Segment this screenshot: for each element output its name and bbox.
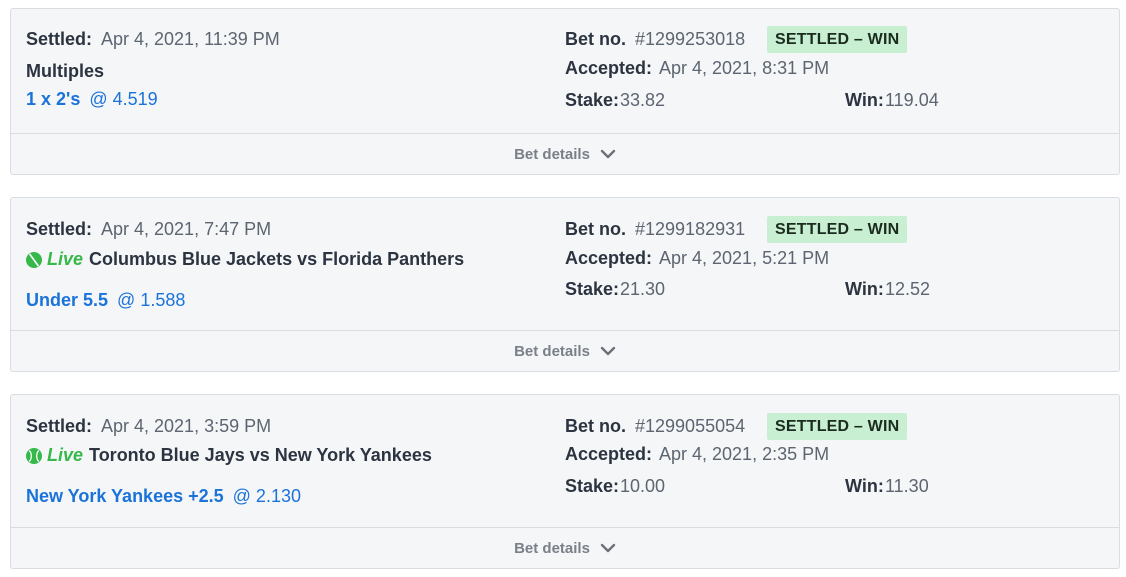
bet-number: #1299182931 [635,219,746,239]
hockey-icon [25,251,43,269]
accepted-label: Accepted: [565,444,653,464]
accepted-date: Apr 4, 2021, 8:31 PM [659,58,830,78]
bet-details-toggle[interactable]: Bet details [11,330,1119,371]
event-name[interactable]: Toronto Blue Jays vs New York Yankees [89,445,432,466]
settled-date: Apr 4, 2021, 7:47 PM [101,219,272,239]
selection[interactable]: New York Yankees +2.5 @ 2.130 [26,486,301,507]
settled-label: Settled: [26,219,93,239]
live-label: Live [47,249,84,269]
settled-label: Settled: [26,29,93,49]
bet-details-label: Bet details [514,145,590,163]
live-label: Live [47,445,84,465]
accepted-label: Accepted: [565,248,653,268]
selection-odds: @ 1.588 [117,290,186,310]
baseball-icon [25,447,43,465]
selection-odds: @ 2.130 [232,486,301,506]
bet-details-label: Bet details [514,539,590,557]
chevron-down-icon [600,146,616,164]
accepted-date: Apr 4, 2021, 5:21 PM [659,248,830,268]
win-value: 12.52 [885,279,931,299]
win-label: Win: [845,279,884,299]
stake-label: Stake: [565,279,620,299]
selection-odds: @ 4.519 [89,89,158,109]
selection[interactable]: 1 x 2's @ 4.519 [26,89,158,110]
settled-label: Settled: [26,416,93,436]
status-badge: SETTLED – WIN [767,26,908,53]
stake-value: 33.82 [620,90,666,110]
selection-name[interactable]: 1 x 2's [26,89,80,109]
settled-date: Apr 4, 2021, 11:39 PM [101,29,280,49]
bet-details-label: Bet details [514,342,590,360]
settled-date: Apr 4, 2021, 3:59 PM [101,416,272,436]
stake-value: 21.30 [620,279,666,299]
stake-label: Stake: [565,476,620,496]
win-label: Win: [845,476,884,496]
bet-details-toggle[interactable]: Bet details [11,133,1119,174]
bet-details-toggle[interactable]: Bet details [11,527,1119,568]
bet-number: #1299055054 [635,416,746,436]
win-label: Win: [845,90,884,110]
chevron-down-icon [600,343,616,361]
event-line: Live Columbus Blue Jackets vs Florida Pa… [25,249,464,270]
win-value: 11.30 [885,476,929,496]
accepted-label: Accepted: [565,58,653,78]
win-value: 119.04 [885,90,939,110]
stake-value: 10.00 [620,476,666,496]
selection[interactable]: Under 5.5 @ 1.588 [26,290,185,311]
stake-label: Stake: [565,90,620,110]
bet-card: Settled: Apr 4, 2021, 7:47 PM Live Colum… [10,197,1120,372]
bet-no-label: Bet no. [565,29,626,49]
bet-card: Settled: Apr 4, 2021, 11:39 PM Multiples… [10,8,1120,175]
chevron-down-icon [600,540,616,558]
status-badge: SETTLED – WIN [767,216,908,243]
bet-no-label: Bet no. [565,219,626,239]
selection-name[interactable]: New York Yankees +2.5 [26,486,224,506]
bet-type: Multiples [26,61,105,81]
accepted-date: Apr 4, 2021, 2:35 PM [659,444,830,464]
bet-number: #1299253018 [635,29,746,49]
event-name[interactable]: Columbus Blue Jackets vs Florida Panther… [89,249,464,270]
status-badge: SETTLED – WIN [767,413,908,440]
selection-name[interactable]: Under 5.5 [26,290,108,310]
event-line: Live Toronto Blue Jays vs New York Yanke… [25,445,432,466]
bet-card: Settled: Apr 4, 2021, 3:59 PM Live Toron… [10,394,1120,569]
bet-no-label: Bet no. [565,416,626,436]
